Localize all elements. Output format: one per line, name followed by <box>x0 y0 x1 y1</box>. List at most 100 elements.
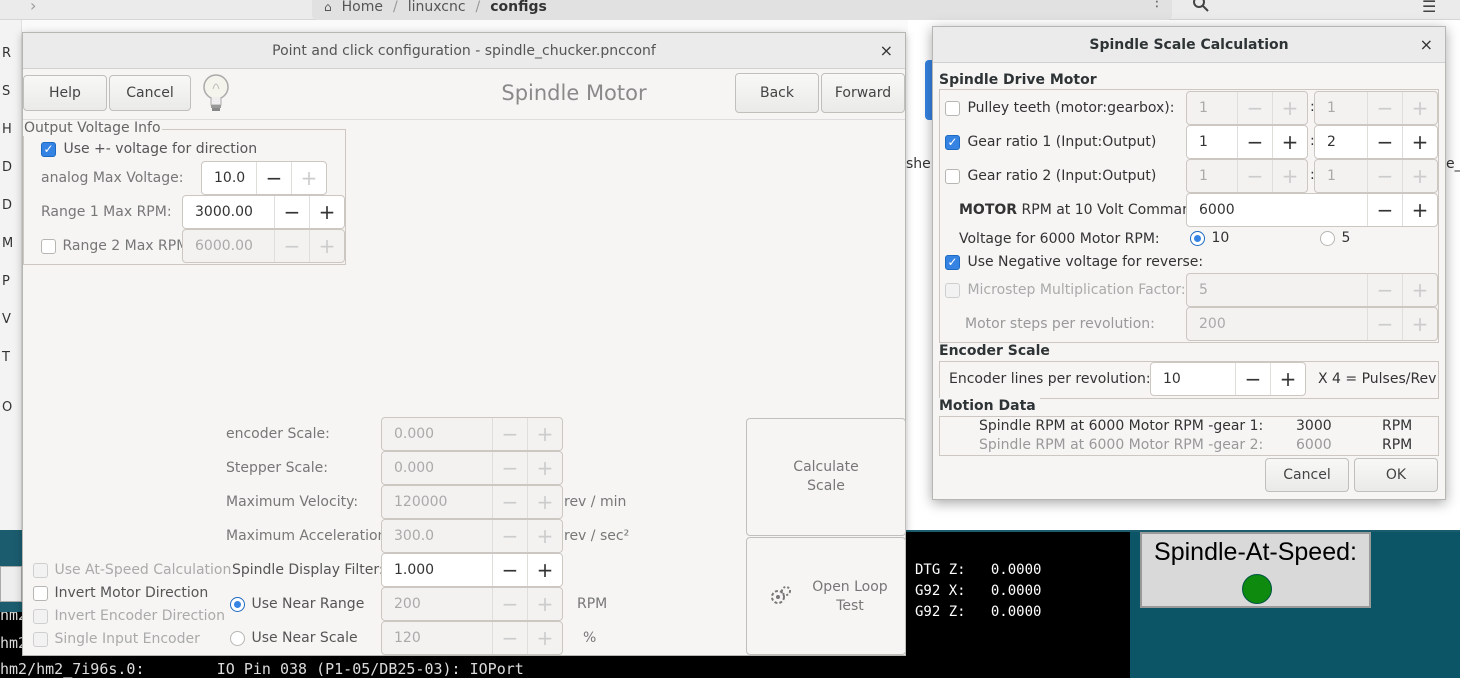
sidebar-item-home[interactable]: H <box>2 122 12 137</box>
analog-max-voltage-spin[interactable]: 10.0 − + <box>201 161 327 195</box>
range1-max-rpm-spin[interactable]: 3000.00 − + <box>182 195 345 229</box>
stepper-scale-spin[interactable]: 0.000 − + <box>381 451 563 485</box>
radio-icon[interactable] <box>230 596 245 612</box>
minus-icon[interactable]: − <box>1367 308 1402 340</box>
spin-value[interactable]: 6000 <box>1187 194 1367 226</box>
microstep-checkbox[interactable]: Microstep Multiplication Factor: <box>945 282 1186 298</box>
checkbox-icon[interactable] <box>41 238 56 254</box>
checkbox-icon[interactable]: ✓ <box>41 141 56 157</box>
gear2-b-spin[interactable]: 1 − + <box>1314 159 1438 193</box>
sidebar-item-pictures[interactable]: P <box>2 274 10 289</box>
plus-icon[interactable]: + <box>1402 194 1437 226</box>
spin-value[interactable]: 1 <box>1315 92 1367 124</box>
plus-icon[interactable]: + <box>1402 308 1437 340</box>
checkbox-icon[interactable] <box>33 608 48 624</box>
single-input-checkbox[interactable]: Single Input Encoder <box>33 631 200 647</box>
sidebar-item-starred[interactable]: S <box>2 84 10 99</box>
spin-value[interactable]: 1 <box>1187 92 1237 124</box>
plus-icon[interactable]: + <box>1402 160 1437 192</box>
use-near-range-radio[interactable]: Use Near Range <box>230 596 364 612</box>
invert-encoder-checkbox[interactable]: Invert Encoder Direction <box>33 608 225 624</box>
radio-icon[interactable] <box>1190 230 1205 246</box>
forward-button[interactable]: Forward <box>821 73 905 113</box>
calculate-scale-button[interactable]: Calculate Scale <box>746 418 906 536</box>
sidebar-item-trash[interactable]: T <box>2 350 10 365</box>
checkbox-icon[interactable] <box>33 585 48 601</box>
radio-icon[interactable] <box>1320 230 1335 246</box>
sidebar-item-videos[interactable]: V <box>2 312 11 327</box>
home-icon[interactable]: ⌂ <box>324 0 332 14</box>
cancel-button[interactable]: Cancel <box>109 75 191 111</box>
plus-icon[interactable]: + <box>527 622 562 654</box>
breadcrumb-configs[interactable]: configs <box>490 0 547 15</box>
plus-icon[interactable]: + <box>527 418 562 450</box>
motor-steps-spin[interactable]: 200 − + <box>1186 307 1438 341</box>
checkbox-icon[interactable] <box>945 168 960 184</box>
plus-icon[interactable]: + <box>1402 126 1437 158</box>
gear1-b-spin[interactable]: 2 − + <box>1314 125 1438 159</box>
use-near-scale-radio[interactable]: Use Near Scale <box>230 630 358 646</box>
minus-icon[interactable]: − <box>274 196 309 228</box>
open-loop-test-button[interactable]: Open Loop Test <box>746 537 906 655</box>
checkbox-icon[interactable] <box>33 631 48 647</box>
range2-max-rpm-spin[interactable]: 6000.00 − + <box>182 229 345 263</box>
plus-icon[interactable]: + <box>1272 126 1307 158</box>
dialog-cancel-button[interactable]: Cancel <box>1265 458 1349 492</box>
plus-icon[interactable]: + <box>527 520 562 552</box>
checkbox-icon[interactable] <box>945 100 960 116</box>
negative-voltage-checkbox[interactable]: ✓ Use Negative voltage for reverse: <box>945 254 1203 270</box>
close-icon[interactable]: × <box>880 33 893 69</box>
gear2-checkbox[interactable]: Gear ratio 2 (Input:Output) <box>945 168 1156 184</box>
plus-icon[interactable]: + <box>527 588 562 620</box>
spin-value[interactable]: 3000.00 <box>183 196 274 228</box>
spin-value[interactable]: 120 <box>382 622 492 654</box>
minus-icon[interactable]: − <box>1237 126 1272 158</box>
minus-icon[interactable]: − <box>492 588 527 620</box>
spin-value[interactable]: 200 <box>1187 308 1367 340</box>
spin-value[interactable]: 1 <box>1187 126 1237 158</box>
minus-icon[interactable]: − <box>1235 363 1270 395</box>
gear1-checkbox[interactable]: ✓ Gear ratio 1 (Input:Output) <box>945 134 1156 150</box>
spin-value[interactable]: 0.000 <box>382 418 492 450</box>
close-icon[interactable]: × <box>1420 27 1433 63</box>
plus-icon[interactable]: + <box>291 162 326 194</box>
use-pm-voltage-checkbox[interactable]: ✓ Use +- voltage for direction <box>41 141 257 157</box>
plus-icon[interactable]: + <box>309 230 344 262</box>
sidebar-item-music[interactable]: M <box>2 236 13 251</box>
checkbox-icon[interactable]: ✓ <box>945 134 960 150</box>
spin-value[interactable]: 2 <box>1315 126 1367 158</box>
pulley-b-spin[interactable]: 1 − + <box>1314 91 1438 125</box>
spin-value[interactable]: 6000.00 <box>183 230 274 262</box>
gear1-a-spin[interactable]: 1 − + <box>1186 125 1308 159</box>
spin-value[interactable]: 1 <box>1187 160 1237 192</box>
spin-value[interactable]: 200 <box>382 588 492 620</box>
sidebar-item-recent[interactable]: R <box>2 46 11 61</box>
near-range-spin[interactable]: 200 − + <box>381 587 563 621</box>
minus-icon[interactable]: − <box>492 554 527 586</box>
spin-value[interactable]: 1 <box>1315 160 1367 192</box>
minus-icon[interactable]: − <box>492 520 527 552</box>
pulley-checkbox[interactable]: Pulley teeth (motor:gearbox): <box>945 100 1174 116</box>
minus-icon[interactable]: − <box>1237 92 1272 124</box>
encoder-lines-spin[interactable]: 10 − + <box>1150 362 1306 396</box>
plus-icon[interactable]: + <box>1270 363 1305 395</box>
minus-icon[interactable]: − <box>1367 126 1402 158</box>
search-icon[interactable] <box>1192 0 1210 13</box>
spin-value[interactable]: 120000 <box>382 486 492 518</box>
near-scale-spin[interactable]: 120 − + <box>381 621 563 655</box>
minus-icon[interactable]: − <box>274 230 309 262</box>
minus-icon[interactable]: − <box>1367 274 1402 306</box>
plus-icon[interactable]: + <box>1402 274 1437 306</box>
motor-rpm-spin[interactable]: 6000 − + <box>1186 193 1438 227</box>
minus-icon[interactable]: − <box>492 452 527 484</box>
invert-motor-checkbox[interactable]: Invert Motor Direction <box>33 585 208 601</box>
sidebar-item-downloads[interactable]: D <box>2 198 12 213</box>
spin-value[interactable]: 300.0 <box>382 520 492 552</box>
checkbox-icon[interactable] <box>33 562 48 578</box>
spin-value[interactable]: 10 <box>1151 363 1235 395</box>
dialog-ok-button[interactable]: OK <box>1354 458 1438 492</box>
range2-checkbox[interactable]: Range 2 Max RPM <box>41 238 188 254</box>
sidebar-item-documents[interactable]: D <box>2 160 12 175</box>
spin-value[interactable]: 10.0 <box>202 162 256 194</box>
list-view-icon[interactable]: ☰ <box>1422 0 1436 16</box>
